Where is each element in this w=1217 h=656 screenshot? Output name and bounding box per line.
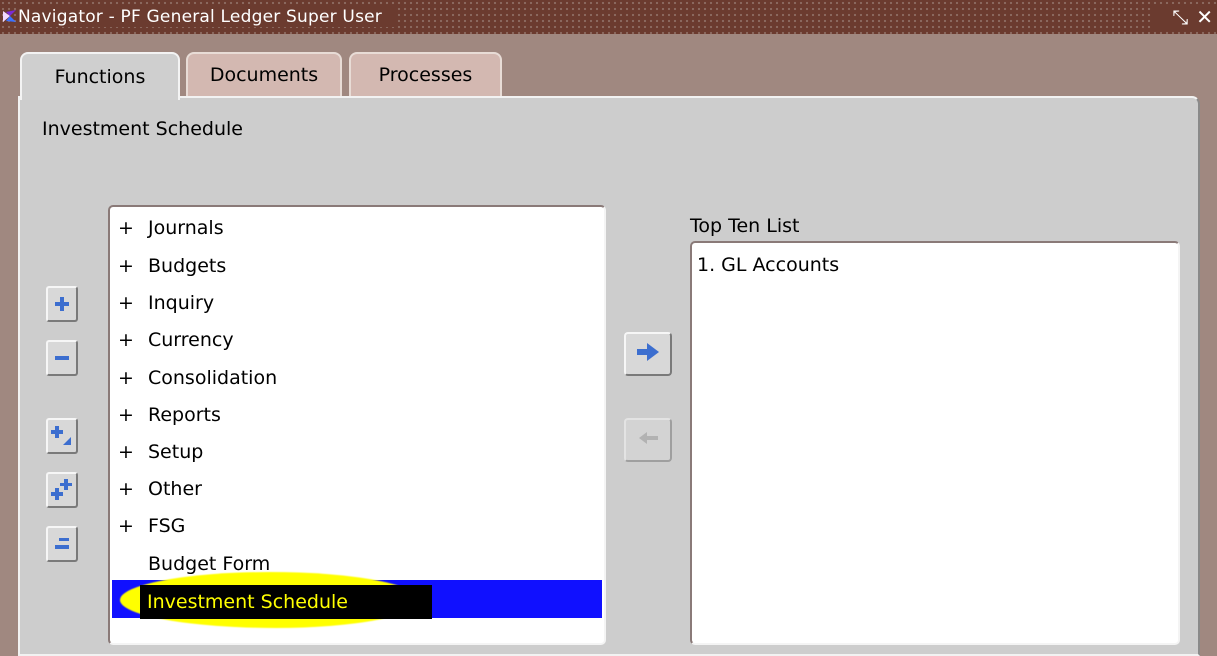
expand-marker: +	[118, 329, 134, 351]
window-controls: ⤡ ✕	[1153, 4, 1217, 30]
tree-item-inquiry[interactable]: + Inquiry	[118, 285, 214, 321]
arrow-right-icon	[636, 343, 660, 365]
tree-item-label: FSG	[148, 515, 186, 537]
tree-item-label: Journals	[148, 217, 224, 239]
tree-item-label: Budgets	[148, 255, 227, 277]
tab-documents[interactable]: Documents	[186, 52, 342, 96]
tab-label: Processes	[378, 64, 473, 86]
top-ten-list[interactable]	[690, 241, 1180, 645]
top-ten-label: Top Ten List	[690, 215, 800, 237]
add-to-top-ten-button[interactable]	[624, 332, 672, 376]
expand-marker: +	[118, 292, 134, 314]
expand-all-icon	[51, 479, 73, 501]
expand-button[interactable]	[46, 286, 78, 322]
expand-icon	[54, 296, 70, 312]
tab-functions[interactable]: Functions	[20, 52, 180, 100]
arrow-left-icon	[637, 430, 659, 450]
expand-marker: +	[118, 478, 134, 500]
remove-from-top-ten-button[interactable]	[624, 418, 672, 462]
tree-item-label: Reports	[148, 404, 221, 426]
collapse-all-button[interactable]	[46, 526, 78, 562]
tree-item-label: Currency	[148, 329, 234, 351]
tree-item-budgets[interactable]: + Budgets	[118, 248, 226, 284]
tree-item-label: Setup	[148, 441, 204, 463]
tree-item-currency[interactable]: + Currency	[118, 322, 234, 358]
expand-branch-icon	[51, 425, 73, 447]
expand-all-button[interactable]	[46, 472, 78, 508]
expand-marker: +	[118, 255, 134, 277]
top-ten-item[interactable]: 1. GL Accounts	[697, 254, 839, 276]
tree-item-investment-schedule[interactable]: Investment Schedule	[147, 585, 348, 619]
collapse-all-icon	[54, 536, 70, 552]
close-icon[interactable]: ✕	[1196, 7, 1213, 27]
title-bar: Navigator - PF General Ledger Super User…	[0, 0, 1217, 34]
tab-label: Documents	[209, 64, 319, 86]
expand-marker: +	[118, 217, 134, 239]
tab-label: Functions	[54, 66, 146, 88]
expand-marker: +	[118, 404, 134, 426]
expand-marker: +	[118, 515, 134, 537]
expand-branch-button[interactable]	[46, 418, 78, 454]
tree-item-label: Other	[148, 478, 202, 500]
expand-marker: +	[118, 441, 134, 463]
tree-item-label: Inquiry	[148, 292, 215, 314]
tree-item-consolidation[interactable]: + Consolidation	[118, 360, 277, 396]
tree-item-journals[interactable]: + Journals	[118, 210, 224, 246]
collapse-button[interactable]	[46, 340, 78, 376]
minimize-icon[interactable]: ⤡	[1172, 7, 1188, 27]
window-title: Navigator - PF General Ledger Super User	[18, 7, 396, 27]
tab-processes[interactable]: Processes	[349, 52, 502, 96]
current-function-title: Investment Schedule	[42, 118, 243, 140]
tree-item-reports[interactable]: + Reports	[118, 397, 221, 433]
oracle-app-icon	[2, 8, 18, 24]
tree-item-other[interactable]: + Other	[118, 471, 202, 507]
expand-marker: +	[118, 367, 134, 389]
tree-item-fsg[interactable]: + FSG	[118, 508, 185, 544]
collapse-icon	[54, 354, 70, 362]
tree-item-label: Consolidation	[148, 367, 278, 389]
tree-item-setup[interactable]: + Setup	[118, 434, 203, 470]
